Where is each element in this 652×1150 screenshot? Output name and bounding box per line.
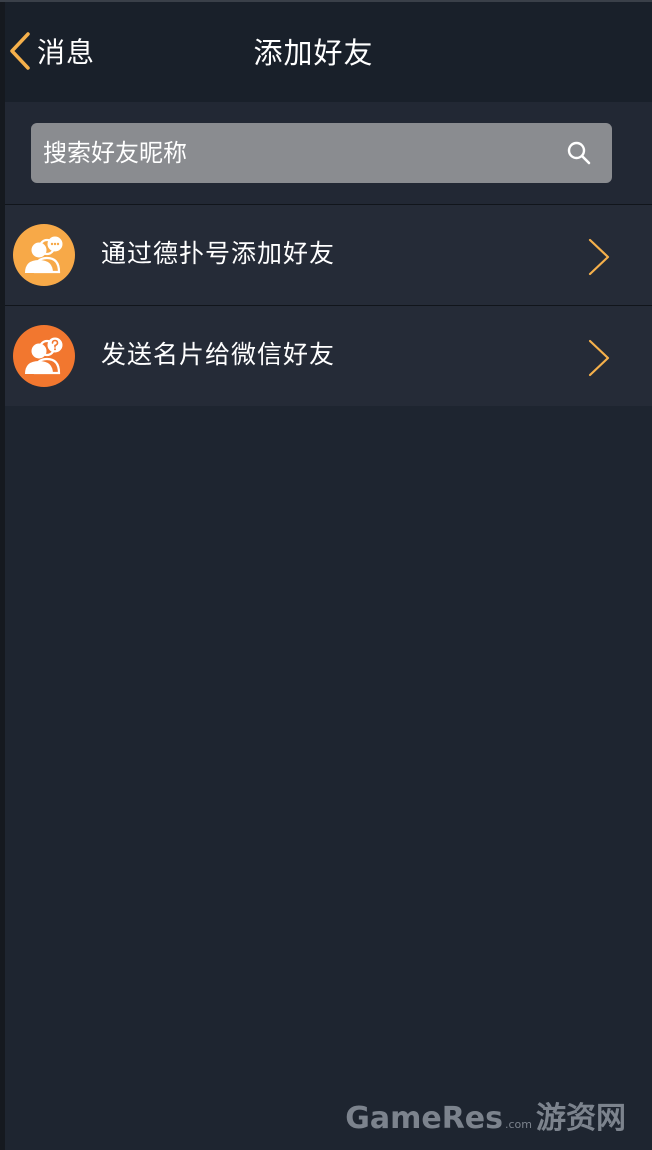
nav-bar: 消息 添加好友 xyxy=(5,2,652,102)
users-chat-icon xyxy=(13,224,75,286)
list-item-share-card[interactable]: 发送名片给微信好友 xyxy=(5,305,652,406)
search-bar xyxy=(5,102,652,204)
search-icon[interactable] xyxy=(566,140,592,166)
search-field[interactable] xyxy=(31,123,612,183)
watermark-brand: GameRes xyxy=(345,1101,503,1136)
list-item-label: 通过德扑号添加好友 xyxy=(101,239,336,268)
search-input[interactable] xyxy=(43,123,553,183)
watermark-cn: 游资网 xyxy=(536,1101,626,1136)
list-item-add-by-id[interactable]: 通过德扑号添加好友 xyxy=(5,204,652,305)
add-friend-options: 通过德扑号添加好友 发送名片给微信好友 xyxy=(5,204,652,406)
page-title: 添加好友 xyxy=(253,36,374,70)
watermark-suffix: .com xyxy=(505,1118,532,1131)
chevron-right-icon xyxy=(586,338,612,378)
list-item-label: 发送名片给微信好友 xyxy=(101,340,336,369)
users-question-icon xyxy=(13,325,75,387)
chevron-right-icon xyxy=(586,237,612,277)
watermark: GameRes .com 游资网 xyxy=(345,1093,626,1137)
